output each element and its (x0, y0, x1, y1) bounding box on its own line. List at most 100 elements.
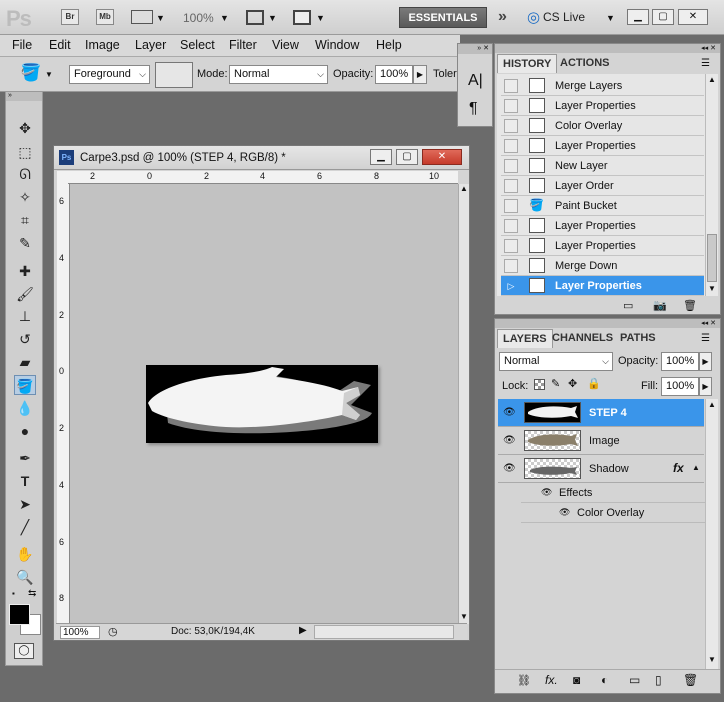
marquee-tool-icon[interactable]: ⬚ (14, 142, 36, 162)
lock-all-icon[interactable]: 🔒 (587, 377, 601, 390)
canvas[interactable] (70, 184, 458, 624)
effects-row[interactable]: 👁 Effects (521, 483, 705, 503)
menu-select[interactable]: Select (180, 38, 215, 52)
adjustment-layer-icon[interactable]: ◐ (601, 673, 608, 687)
menu-filter[interactable]: Filter (229, 38, 257, 52)
tab-channels[interactable]: CHANNELS (547, 329, 618, 348)
line-tool-icon[interactable]: ╱ (14, 517, 36, 537)
add-layer-style-icon[interactable]: fx. (545, 673, 558, 687)
workspace-switcher-button[interactable]: ESSENTIALS (399, 7, 487, 28)
scroll-down-icon[interactable]: ▼ (460, 612, 468, 621)
path-selection-icon[interactable]: ➤ (14, 494, 36, 514)
new-layer-icon[interactable]: ▯ (655, 673, 662, 687)
horizontal-scrollbar[interactable] (314, 625, 454, 639)
tab-paths[interactable]: PATHS (615, 329, 661, 348)
layer-row-image[interactable]: 👁 Image (498, 427, 704, 455)
eye-icon[interactable]: 👁 (503, 435, 516, 446)
pattern-picker[interactable] (155, 62, 193, 88)
layer-effects-icon[interactable]: fx (673, 461, 684, 475)
panel-menu-icon[interactable]: ☰ (701, 58, 710, 69)
healing-brush-icon[interactable]: ✚ (14, 261, 36, 281)
mode-select[interactable]: Normal ⌵ (229, 65, 328, 84)
tab-history[interactable]: HISTORY (497, 54, 558, 73)
history-item-selected[interactable]: ▷ Layer Properties (501, 276, 704, 296)
history-item[interactable]: Layer Order (501, 176, 704, 196)
history-item[interactable]: Layer Properties (501, 216, 704, 236)
tab-layers[interactable]: LAYERS (497, 329, 553, 348)
eye-icon[interactable]: 👁 (559, 507, 570, 518)
clone-stamp-icon[interactable]: ⊥ (14, 306, 36, 326)
doc-zoom-input[interactable]: 100% (60, 626, 100, 639)
color-overlay-effect-row[interactable]: 👁 Color Overlay (521, 503, 705, 523)
eraser-tool-icon[interactable]: ▰ (14, 352, 36, 372)
new-document-from-state-icon[interactable]: ▭ (623, 299, 633, 312)
brush-tool-icon[interactable]: 🖌 (14, 284, 36, 304)
zoom-tool-icon[interactable]: 🔍 (14, 567, 36, 587)
history-item[interactable]: Merge Down (501, 256, 704, 276)
history-item[interactable]: New Layer (501, 156, 704, 176)
foreground-color-swatch[interactable] (9, 604, 30, 625)
history-item[interactable]: Layer Properties (501, 136, 704, 156)
hand-tool-icon[interactable]: ✋ (14, 544, 36, 564)
arrange-documents-icon[interactable] (246, 10, 264, 25)
scroll-thumb[interactable] (707, 234, 717, 282)
paint-bucket-tool-icon[interactable]: 🪣 (14, 375, 36, 395)
status-menu-icon[interactable]: ◷ (108, 625, 118, 638)
chevron-down-icon[interactable]: ▼ (268, 13, 277, 23)
trash-icon[interactable]: 🗑 (683, 673, 698, 687)
trash-icon[interactable]: 🗑 (683, 299, 697, 312)
tab-actions[interactable]: ACTIONS (555, 54, 615, 73)
history-item[interactable]: 🪣 Paint Bucket (501, 196, 704, 216)
quick-mask-icon[interactable]: ◯ (14, 643, 34, 659)
ruler-origin[interactable] (57, 171, 68, 184)
menu-window[interactable]: Window (315, 38, 359, 52)
chevron-down-icon[interactable]: ▼ (156, 13, 165, 23)
close-button[interactable]: ✕ (678, 9, 708, 25)
horizontal-ruler[interactable]: 2 0 2 4 6 8 10 (68, 171, 458, 184)
dodge-tool-icon[interactable]: ● (14, 421, 36, 441)
history-item[interactable]: Layer Properties (501, 236, 704, 256)
cs-live-menu[interactable]: CS Live (543, 10, 585, 24)
layer-row-step4[interactable]: 👁 STEP 4 (498, 399, 704, 427)
vertical-ruler[interactable]: 6 4 2 0 2 4 6 8 (57, 184, 70, 624)
opacity-input[interactable]: 100% (375, 65, 413, 84)
lock-pixels-icon[interactable]: ✎ (551, 377, 560, 390)
scroll-down-icon[interactable]: ▼ (708, 655, 716, 664)
vertical-scrollbar[interactable]: ▲ ▼ (458, 184, 469, 624)
doc-close-button[interactable]: ✕ (422, 149, 462, 165)
fill-slider-button[interactable]: ▶ (699, 377, 712, 396)
tools-collapse-icon[interactable]: » (6, 92, 42, 101)
eyedropper-tool-icon[interactable]: ✎ (14, 233, 36, 253)
layer-row-shadow[interactable]: 👁 Shadow fx ▲ (498, 455, 704, 483)
crop-tool-icon[interactable]: ⌗ (14, 210, 36, 230)
chevron-down-icon[interactable]: ▼ (606, 13, 615, 23)
maximize-button[interactable]: ▢ (652, 9, 674, 25)
layer-opacity-input[interactable]: 100% (661, 352, 699, 371)
character-icon[interactable]: A| (468, 72, 483, 90)
screen-mode-icon[interactable] (293, 10, 311, 25)
layers-scrollbar[interactable]: ▲ ▼ (705, 399, 718, 669)
zoom-level[interactable]: 100% (183, 11, 214, 25)
menu-layer[interactable]: Layer (135, 38, 166, 52)
quick-selection-icon[interactable]: ✧ (14, 187, 36, 207)
fill-source-select[interactable]: Foreground ⌵ (69, 65, 150, 84)
scroll-up-icon[interactable]: ▲ (460, 184, 468, 193)
history-scrollbar[interactable]: ▲ ▼ (705, 74, 718, 296)
opacity-slider-button[interactable]: ▶ (699, 352, 712, 371)
history-brush-icon[interactable]: ↺ (14, 329, 36, 349)
add-mask-icon[interactable]: ◙ (573, 673, 580, 687)
lock-position-icon[interactable]: ✥ (568, 377, 577, 390)
menu-file[interactable]: File (12, 38, 32, 52)
doc-minimize-button[interactable]: ▁ (370, 149, 392, 165)
history-item[interactable]: Layer Properties (501, 96, 704, 116)
history-item[interactable]: Color Overlay (501, 116, 704, 136)
scroll-up-icon[interactable]: ▲ (708, 400, 716, 409)
history-item[interactable]: Merge Layers (501, 76, 704, 96)
doc-restore-button[interactable]: ▢ (396, 149, 418, 165)
panel-header[interactable]: ◂◂ ✕ (495, 319, 720, 328)
new-group-icon[interactable]: ▭ (629, 673, 640, 687)
paint-bucket-icon[interactable]: 🪣 (20, 63, 41, 83)
paragraph-icon[interactable]: ¶ (469, 100, 478, 118)
panel-menu-icon[interactable]: ☰ (701, 333, 710, 344)
panel-header[interactable]: ◂◂ ✕ (495, 44, 720, 53)
